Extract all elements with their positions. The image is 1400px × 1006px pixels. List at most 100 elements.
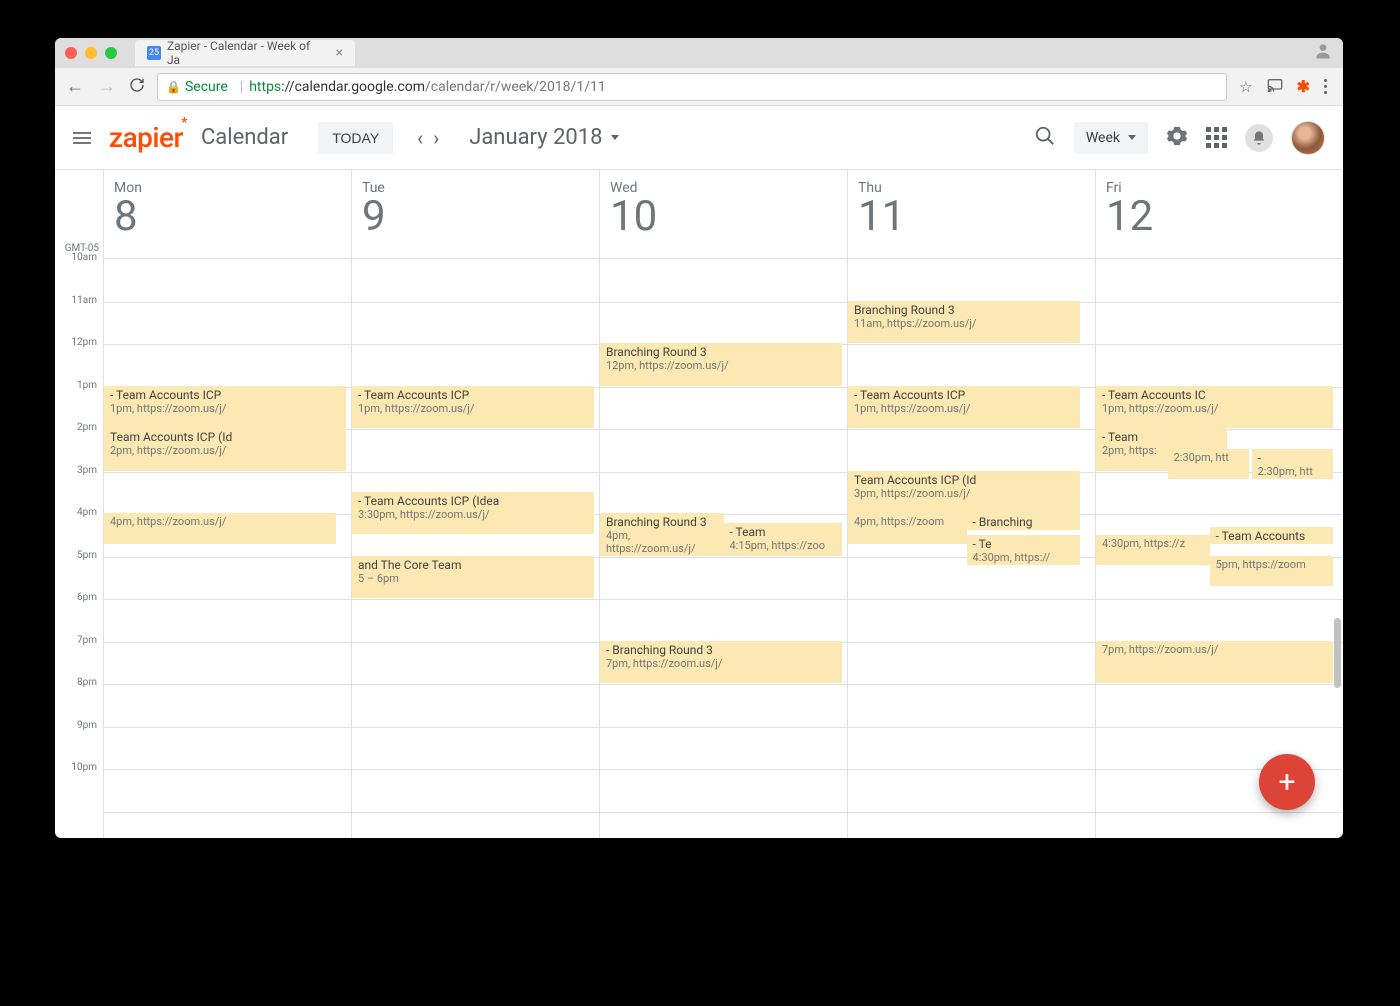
hour-cell[interactable] [104,728,351,771]
hour-cell[interactable] [600,685,847,728]
calendar-event[interactable]: 7pm, https://zoom.us/j/ [1096,641,1333,684]
url-bar[interactable]: 🔒 Secure | https://calendar.google.com/c… [157,73,1227,101]
event-title: - Team [730,525,839,539]
hour-cell[interactable] [848,643,1095,686]
calendar-event[interactable]: Team Accounts ICP (Id2pm, https://zoom.u… [104,428,346,471]
tab-close-icon[interactable]: × [336,45,343,61]
settings-gear-icon[interactable] [1166,125,1188,151]
day-header[interactable]: Thu11 [848,170,1095,258]
day-of-month: 12 [1106,196,1343,238]
month-selector[interactable]: January 2018 [469,125,618,150]
calendar-event[interactable]: and The Core Team5 – 6pm [352,556,594,599]
hour-cell[interactable] [848,770,1095,813]
notifications-bell-icon[interactable] [1245,124,1273,152]
browser-menu-icon[interactable] [1324,79,1327,94]
hour-cell[interactable] [352,260,599,303]
hamburger-menu-icon[interactable] [73,129,91,147]
calendar-event[interactable]: - Team Accounts ICP (Idea3:30pm, https:/… [352,492,594,535]
hour-cell[interactable] [600,260,847,303]
hour-cell[interactable] [104,685,351,728]
hour-cell[interactable] [104,643,351,686]
calendar-event[interactable]: - Team Accounts IC1pm, https://zoom.us/j… [1096,386,1333,429]
calendar-event[interactable]: - Branching [967,513,1081,530]
calendar-event[interactable]: -2:30pm, htt [1252,449,1334,479]
hour-cell[interactable] [352,430,599,473]
calendar-event[interactable]: 4pm, https://zoom.us/j/ [104,513,336,544]
hour-cell[interactable] [600,558,847,601]
scrollbar[interactable] [1334,618,1341,688]
hour-cell[interactable] [600,600,847,643]
hour-cell[interactable] [352,770,599,813]
prev-week-button[interactable]: ‹ [417,126,423,150]
day-header[interactable]: Fri12 [1096,170,1343,258]
calendar-event[interactable]: Branching Round 34pm, https://zoom.us/j/ [600,513,724,556]
hour-cell[interactable] [848,260,1095,303]
calendar-event[interactable]: Branching Round 311am, https://zoom.us/j… [848,301,1080,344]
view-selector[interactable]: Week [1074,122,1148,154]
calendar-event[interactable]: Branching Round 312pm, https://zoom.us/j… [600,343,842,386]
day-header[interactable]: Mon8 [104,170,351,258]
bookmark-star-icon[interactable]: ☆ [1239,78,1252,96]
hour-cell[interactable] [104,558,351,601]
window-close-icon[interactable] [65,47,77,59]
hour-cell[interactable] [600,388,847,431]
calendar-event[interactable]: Team Accounts ICP (Id3pm, https://zoom.u… [848,471,1080,514]
profile-icon[interactable] [1313,41,1333,65]
zapier-extension-icon[interactable]: ✱ [1297,77,1310,96]
google-apps-icon[interactable] [1206,127,1227,148]
hour-cell[interactable] [352,685,599,728]
hour-cell[interactable] [104,260,351,303]
create-event-fab[interactable]: + [1259,754,1315,810]
calendar-event[interactable]: - Team Accounts ICP1pm, https://zoom.us/… [104,386,346,429]
calendar-event[interactable]: - Team Accounts [1210,527,1334,544]
hour-cell[interactable] [1096,260,1343,303]
hour-cell[interactable] [1096,345,1343,388]
browser-tab[interactable]: 25 Zapier - Calendar - Week of Ja × [135,40,355,66]
hour-cell[interactable] [848,430,1095,473]
next-week-button[interactable]: › [433,126,439,150]
hour-cell[interactable] [600,770,847,813]
reload-button[interactable] [129,77,145,97]
hour-cell[interactable] [104,600,351,643]
hour-cell[interactable] [352,643,599,686]
hour-cell[interactable] [600,303,847,346]
hour-cell[interactable] [848,600,1095,643]
hour-cell[interactable] [600,473,847,516]
hour-cell[interactable] [848,728,1095,771]
calendar-event[interactable]: - Team Accounts ICP1pm, https://zoom.us/… [848,386,1080,429]
calendar-event[interactable]: 5pm, https://zoom [1210,556,1334,586]
search-icon[interactable] [1034,125,1056,151]
back-button[interactable]: ← [65,76,85,97]
hour-cell[interactable] [352,600,599,643]
event-time: 1pm, https://zoom.us/j/ [854,402,1076,415]
calendar-event[interactable]: - Te4:30pm, https:// [967,535,1081,565]
hour-cell[interactable] [352,728,599,771]
hour-cell[interactable] [104,473,351,516]
hour-cell[interactable] [104,303,351,346]
calendar-event[interactable]: 2:30pm, htt [1168,449,1250,479]
hour-cell[interactable] [600,728,847,771]
hour-cell[interactable] [848,685,1095,728]
day-header[interactable]: Wed10 [600,170,847,258]
calendar-event[interactable]: - Branching Round 37pm, https://zoom.us/… [600,641,842,684]
hour-cell[interactable] [600,430,847,473]
hour-cell[interactable] [1096,600,1343,643]
event-time: 2:30pm, htt [1174,451,1246,464]
hour-cell[interactable] [848,345,1095,388]
hour-cell[interactable] [1096,685,1343,728]
window-zoom-icon[interactable] [105,47,117,59]
hour-cell[interactable] [352,303,599,346]
hour-cell[interactable] [104,345,351,388]
calendar-event[interactable]: 4:30pm, https://z [1096,535,1210,565]
hour-cell[interactable] [1096,303,1343,346]
calendar-event[interactable]: - Team Accounts ICP1pm, https://zoom.us/… [352,386,594,429]
cast-icon[interactable] [1267,78,1283,96]
hour-cell[interactable] [104,770,351,813]
today-button[interactable]: TODAY [318,122,393,154]
day-header[interactable]: Tue9 [352,170,599,258]
calendar-event[interactable]: 4pm, https://zoom [848,513,967,544]
hour-cell[interactable] [352,345,599,388]
user-avatar[interactable] [1291,121,1325,155]
window-minimize-icon[interactable] [85,47,97,59]
calendar-event[interactable]: - Team4:15pm, https://zoo [724,523,843,556]
